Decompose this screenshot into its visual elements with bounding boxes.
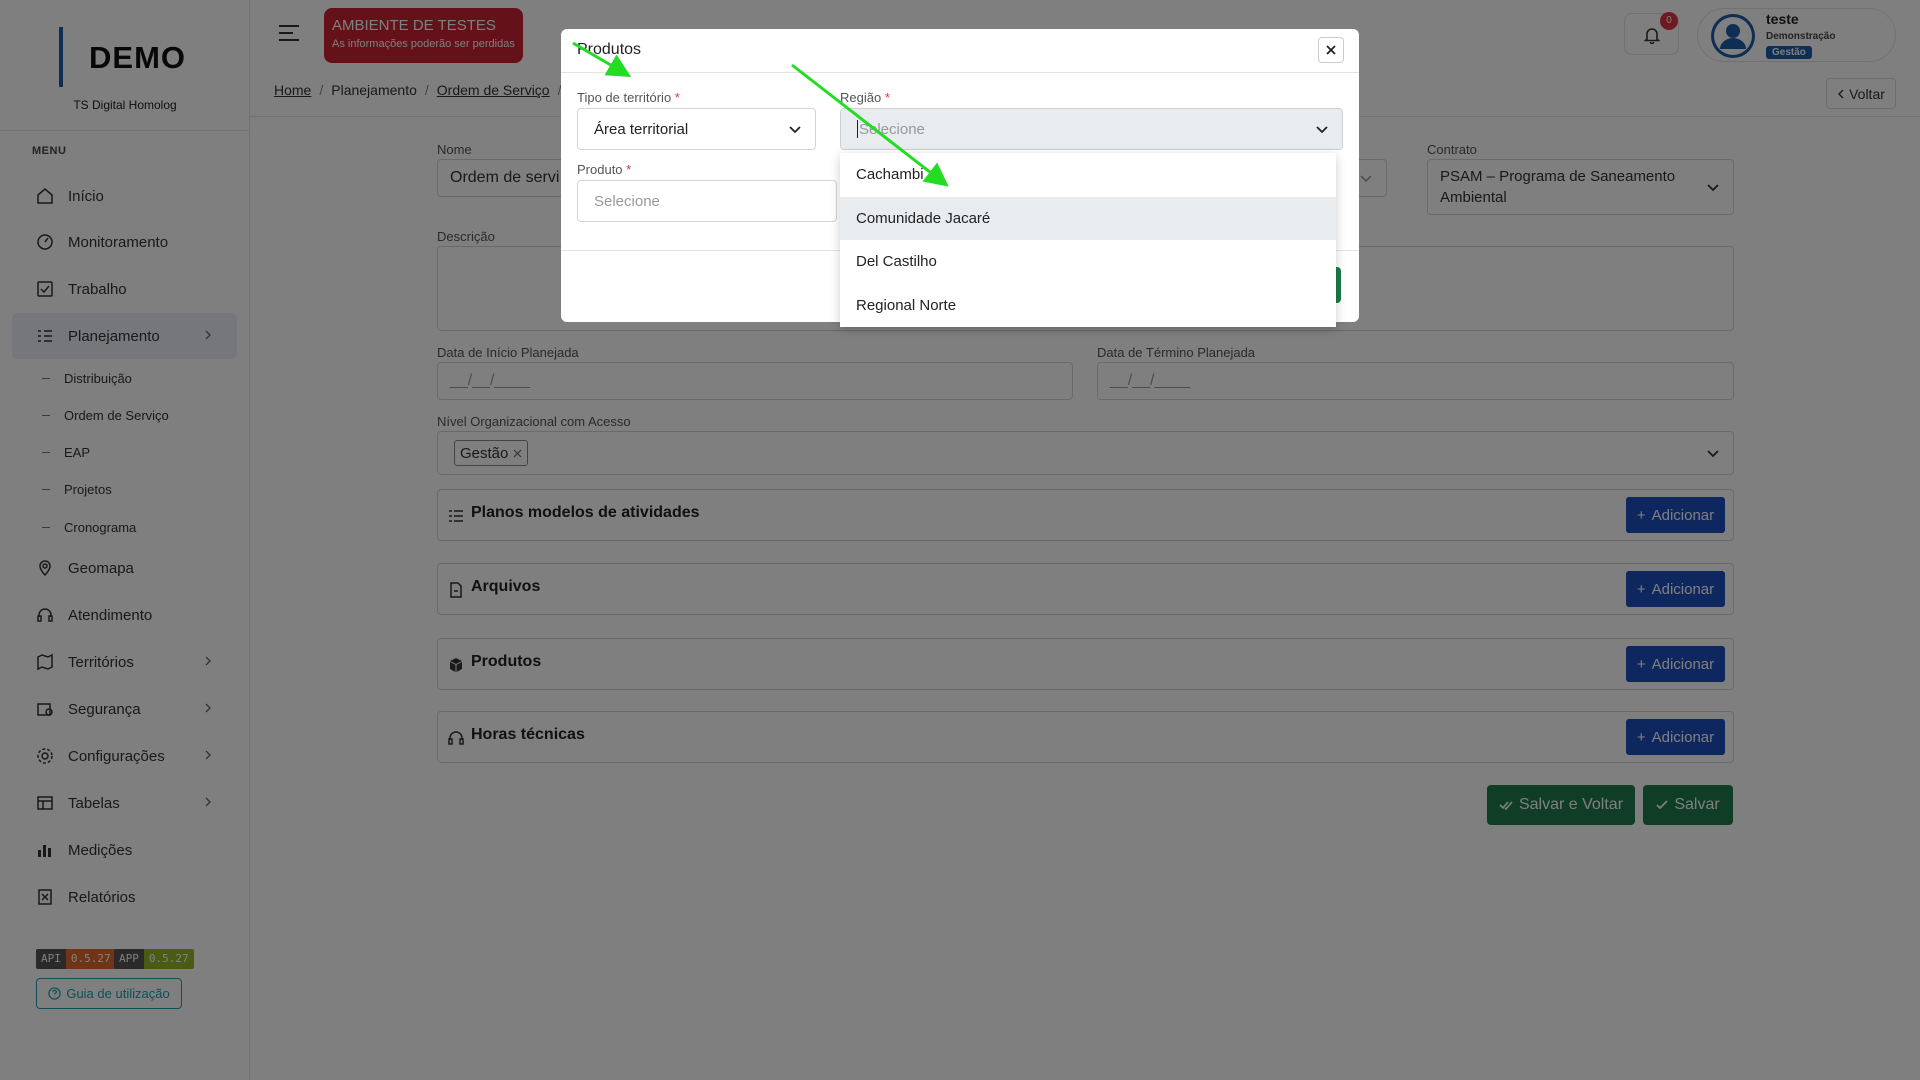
- text-caret: [857, 120, 858, 138]
- produto-placeholder: Selecione: [594, 192, 660, 210]
- required-mark: *: [884, 90, 890, 105]
- modal-title: Produtos: [577, 41, 642, 58]
- regiao-dropdown: Cachambi Comunidade Jacaré Del Castilho …: [840, 153, 1336, 327]
- modal-header: Produtos: [561, 29, 1359, 73]
- produto-select[interactable]: Selecione: [577, 180, 837, 222]
- close-icon: [1326, 45, 1336, 55]
- option-cachambi[interactable]: Cachambi: [840, 153, 1336, 196]
- close-button[interactable]: [1318, 37, 1344, 63]
- option-del-castilho[interactable]: Del Castilho: [840, 240, 1336, 283]
- regiao-select[interactable]: Selecione: [840, 108, 1343, 150]
- required-mark: *: [674, 90, 680, 105]
- produto-label-text: Produto: [577, 162, 623, 177]
- option-comunidade-jacare[interactable]: Comunidade Jacaré: [840, 197, 1336, 240]
- regiao-label-text: Região: [840, 90, 882, 105]
- chevron-down-icon: [789, 126, 801, 134]
- required-mark: *: [626, 162, 632, 177]
- tipo-value: Área territorial: [594, 120, 689, 138]
- tipo-label-text: Tipo de território: [577, 90, 672, 105]
- tipo-select[interactable]: Área territorial: [577, 108, 816, 150]
- tipo-label: Tipo de território *: [577, 90, 680, 105]
- option-regional-norte[interactable]: Regional Norte: [840, 284, 1336, 327]
- produto-label: Produto *: [577, 162, 631, 177]
- chevron-down-icon: [1316, 126, 1328, 134]
- regiao-placeholder: Selecione: [859, 120, 925, 138]
- regiao-label: Região *: [840, 90, 890, 105]
